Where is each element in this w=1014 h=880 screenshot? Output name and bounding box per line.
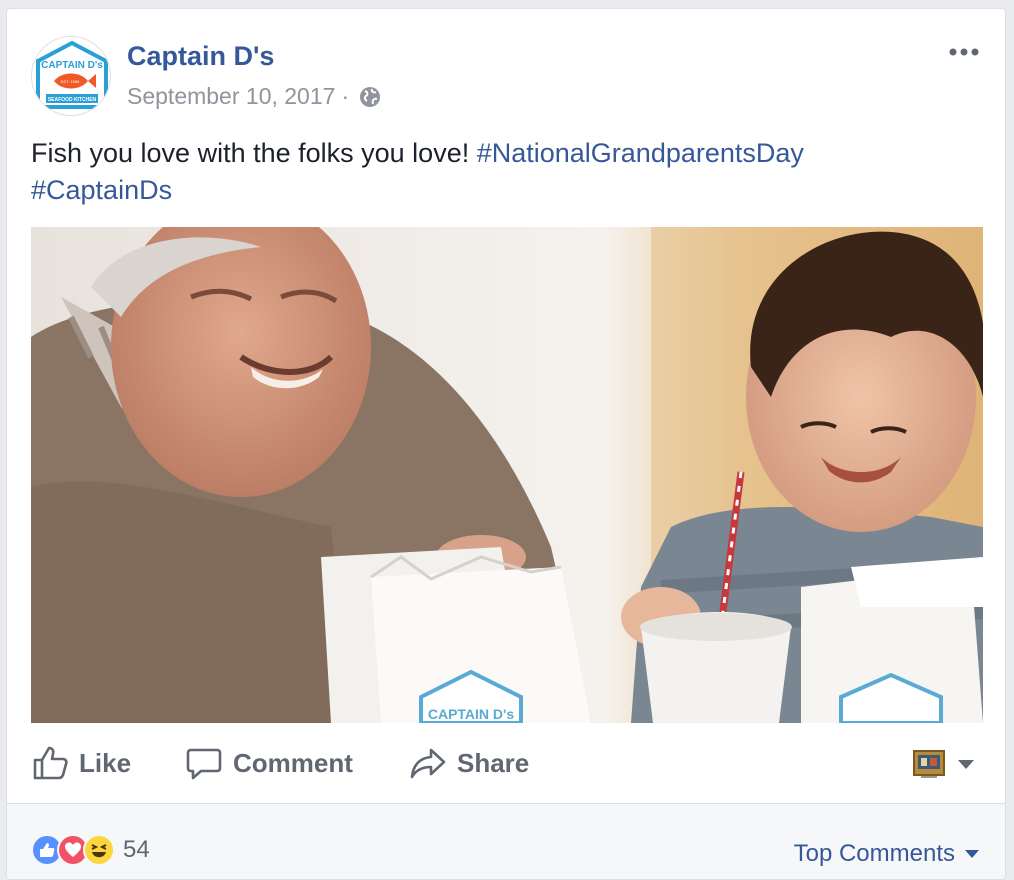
post-photo[interactable]: CAPTAIN D's [31,227,983,723]
svg-text:CAPTAIN D's: CAPTAIN D's [41,60,103,71]
hashtag-national-grandparents-day[interactable]: #NationalGrandparentsDay [477,138,804,168]
share-button[interactable]: Share [409,743,529,783]
post-message-text: Fish you love with the folks you love! [31,138,477,168]
page-avatar[interactable]: CAPTAIN D's EST. 1969 SEAFOOD KITCHEN [31,36,111,116]
reactions-summary[interactable]: 54 [31,834,150,866]
post-meta: September 10, 2017 · [127,83,381,110]
share-arrow-icon [410,748,446,779]
top-comments-dropdown[interactable]: Top Comments [794,840,979,868]
captain-ds-logo: CAPTAIN D's EST. 1969 SEAFOOD KITCHEN [36,40,108,109]
thumbs-up-icon [33,746,68,780]
post-as-selector[interactable] [913,749,981,779]
post-date[interactable]: September 10, 2017 [127,83,335,110]
post-message: Fish you love with the folks you love! #… [31,135,981,209]
more-options-icon[interactable] [947,45,981,59]
comment-button[interactable]: Comment [185,743,353,783]
reaction-count: 54 [123,836,150,863]
post-footer: 54 Top Comments [7,803,1005,879]
svg-text:EST. 1969: EST. 1969 [61,79,80,84]
comment-bubble-icon [186,748,222,780]
page-name-link[interactable]: Captain D's [127,41,274,72]
hashtag-captain-ds[interactable]: #CaptainDs [31,175,172,205]
grandfather-grandson-photo: CAPTAIN D's [31,227,983,723]
svg-text:SEAFOOD KITCHEN: SEAFOOD KITCHEN [48,97,97,103]
globe-icon[interactable] [359,86,381,108]
page-thumbnail-icon [913,750,945,778]
caret-down-icon [965,850,979,858]
haha-reaction-icon [83,834,115,866]
chevron-down-icon [958,760,974,769]
post-actions-bar: Like Comment Share [31,735,981,791]
share-label: Share [457,747,530,778]
top-comments-label: Top Comments [793,840,955,867]
meta-separator: · [341,83,350,109]
comment-label: Comment [233,747,353,778]
like-label: Like [79,747,132,778]
like-button[interactable]: Like [31,743,131,783]
post-header: CAPTAIN D's EST. 1969 SEAFOOD KITCHEN Ca… [31,29,981,119]
svg-text:CAPTAIN D's: CAPTAIN D's [428,706,515,722]
post-card: CAPTAIN D's EST. 1969 SEAFOOD KITCHEN Ca… [6,8,1006,880]
